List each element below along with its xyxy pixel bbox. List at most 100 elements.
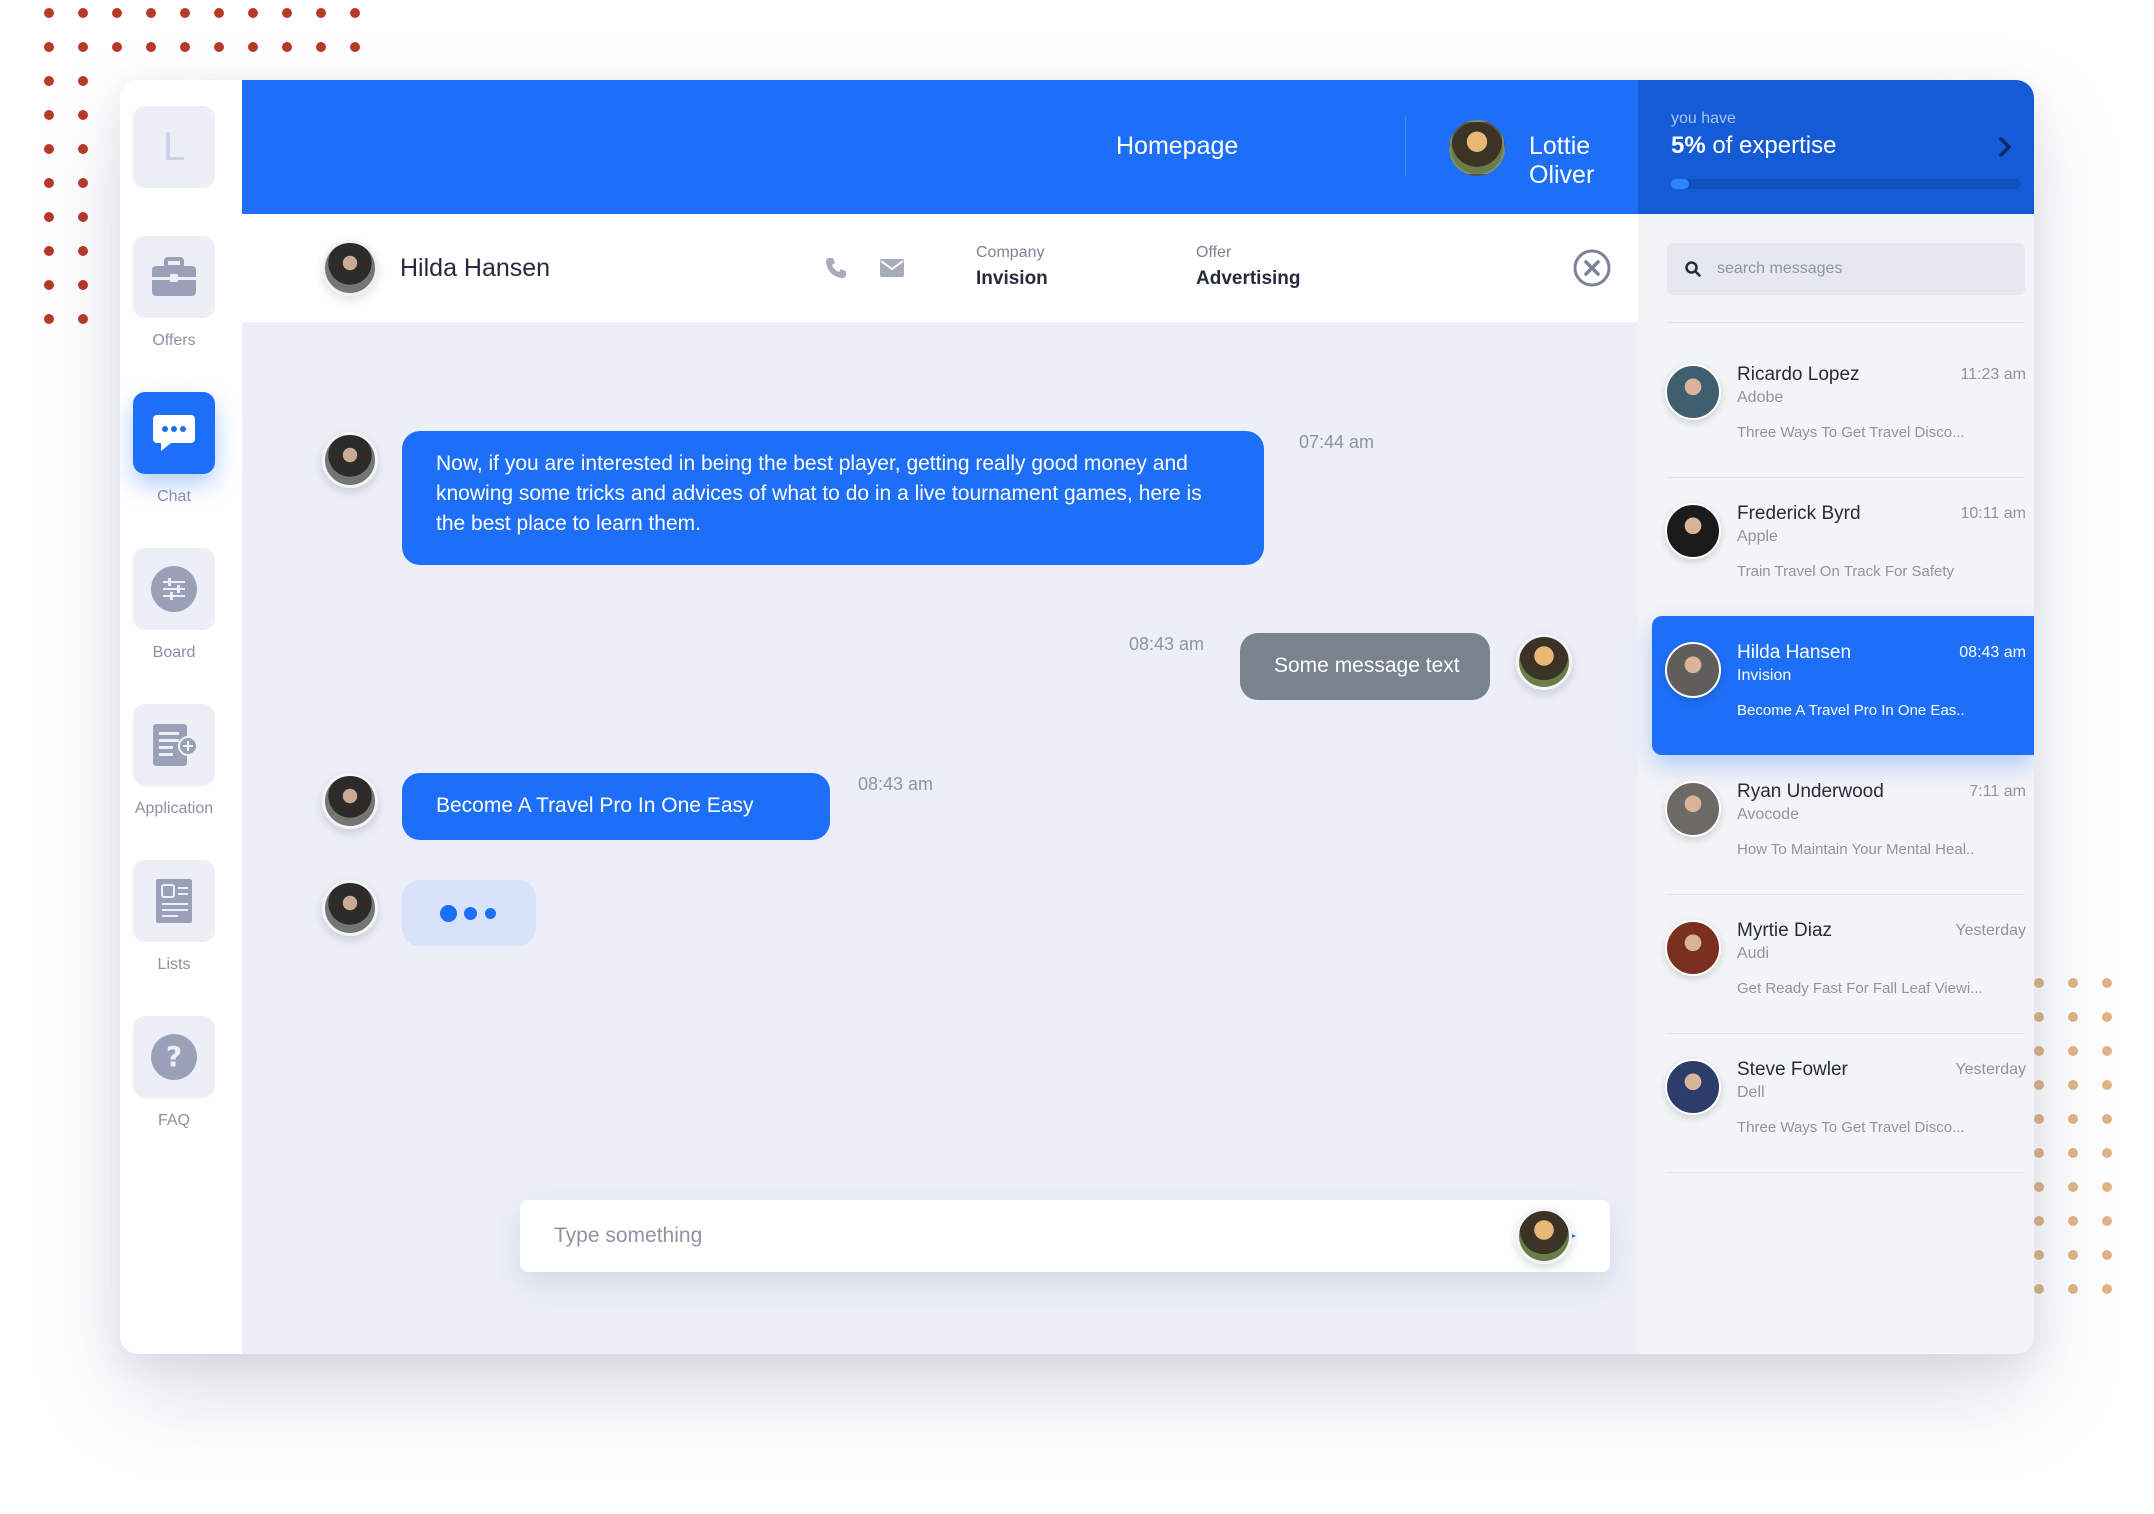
document-add-icon bbox=[153, 724, 198, 766]
contact-time: 11:23 am bbox=[1960, 366, 2026, 383]
message-bubble: Become A Travel Pro In One Easy bbox=[402, 773, 830, 840]
decorative-dot bbox=[2068, 1250, 2078, 1260]
top-header: Homepage Lottie Oliver bbox=[242, 80, 1729, 214]
contact-name: Hilda Hansen bbox=[1737, 642, 1852, 663]
message-bubble: Some message text bbox=[1240, 633, 1490, 700]
nav-item-faq[interactable]: ? FAQ bbox=[133, 1016, 215, 1130]
expertise-text: of expertise bbox=[1705, 132, 1837, 159]
contact-avatar bbox=[1665, 642, 1721, 698]
expertise-progress-fill bbox=[1671, 179, 1689, 189]
nav-item-board[interactable]: Board bbox=[133, 548, 215, 662]
contact-name: Myrtie Diaz bbox=[1737, 920, 1833, 941]
contact-name: Ricardo Lopez bbox=[1737, 364, 1860, 385]
decorative-dot bbox=[350, 8, 360, 18]
decorative-dot bbox=[2034, 1216, 2044, 1226]
decorative-dot bbox=[44, 280, 54, 290]
search-box bbox=[1667, 243, 2025, 295]
decorative-dot bbox=[78, 76, 88, 86]
nav-label: Chat bbox=[157, 488, 191, 505]
sliders-icon bbox=[151, 566, 197, 612]
decorative-dot bbox=[2068, 1182, 2078, 1192]
contact-company: Avocode bbox=[1737, 806, 1799, 823]
message-time: 08:43 am bbox=[1129, 634, 1205, 654]
message-avatar bbox=[322, 880, 378, 936]
expertise-progress-bar bbox=[1671, 179, 2021, 189]
list-divider bbox=[1667, 1172, 2025, 1173]
contact-time: 08:43 am bbox=[1959, 644, 2026, 661]
contact-list-item[interactable]: Ryan Underwood 7:11 am Avocode How To Maint… bbox=[1652, 755, 2034, 894]
contact-list-item[interactable]: Frederick Byrd 10:11 am Apple Train Travel … bbox=[1652, 477, 2034, 616]
typing-dot bbox=[485, 908, 496, 919]
decorative-dot bbox=[2102, 1080, 2112, 1090]
contact-company: Invision bbox=[1737, 667, 1792, 684]
decorative-dot bbox=[44, 76, 54, 86]
contact-company: Audi bbox=[1737, 945, 1770, 962]
contact-preview: Three Ways To Get Travel Disco... bbox=[1737, 424, 1965, 441]
contact-company: Apple bbox=[1737, 528, 1778, 545]
decorative-dot bbox=[78, 42, 88, 52]
decorative-dot bbox=[2034, 1046, 2044, 1056]
decorative-dot bbox=[2068, 1284, 2078, 1294]
nav-item-offers[interactable]: Offers bbox=[133, 236, 215, 350]
message-bubble: Now, if you are interested in being the … bbox=[402, 431, 1264, 565]
close-icon[interactable] bbox=[1572, 248, 1612, 288]
message-input[interactable] bbox=[554, 1216, 1514, 1256]
contact-company: Dell bbox=[1737, 1084, 1765, 1101]
contact-preview: Three Ways To Get Travel Disco... bbox=[1737, 1119, 1965, 1136]
contact-preview: How To Maintain Your Mental Heal.. bbox=[1737, 841, 1975, 858]
contact-name: Ryan Underwood bbox=[1737, 781, 1884, 802]
question-icon: ? bbox=[151, 1034, 197, 1080]
expertise-value: 5% bbox=[1671, 132, 1706, 159]
decorative-dot bbox=[78, 178, 88, 188]
contact-preview: Get Ready Fast For Fall Leaf Viewi... bbox=[1737, 980, 1983, 997]
offer-value: Advertising bbox=[1196, 268, 1301, 289]
decorative-dot bbox=[78, 110, 88, 120]
decorative-dot bbox=[78, 280, 88, 290]
conversation-list-panel: Ricardo Lopez 11:23 am Adobe Three Ways To … bbox=[1638, 214, 2034, 1354]
contact-avatar bbox=[1665, 920, 1721, 976]
logo[interactable]: L bbox=[133, 106, 215, 188]
contact-time: 7:11 am bbox=[1969, 783, 2026, 800]
decorative-dot bbox=[180, 8, 190, 18]
contact-list-item[interactable]: Hilda Hansen 08:43 am Invision Become A Tra… bbox=[1652, 616, 2034, 755]
phone-icon[interactable] bbox=[824, 256, 848, 280]
contact-list-item[interactable]: Steve Fowler Yesterday Dell Three Ways To G… bbox=[1652, 1033, 2034, 1172]
user-avatar[interactable] bbox=[1449, 120, 1505, 176]
nav-item-chat[interactable]: Chat bbox=[133, 392, 215, 506]
decorative-dot bbox=[2034, 1114, 2044, 1124]
decorative-dot bbox=[2034, 1250, 2044, 1260]
decorative-dot bbox=[2034, 1080, 2044, 1090]
company-label: Company bbox=[976, 244, 1045, 261]
nav-item-application[interactable]: Application bbox=[133, 704, 215, 818]
contact-list-item[interactable]: Ricardo Lopez 11:23 am Adobe Three Ways To … bbox=[1652, 338, 2034, 477]
user-name[interactable]: Lottie Oliver bbox=[1529, 132, 1638, 190]
nav-label: Board bbox=[152, 644, 196, 661]
chevron-right-icon[interactable] bbox=[1998, 136, 2012, 158]
homepage-link[interactable]: Homepage bbox=[1116, 132, 1238, 161]
message-avatar bbox=[322, 432, 378, 488]
expertise-panel[interactable]: you have 5% of expertise bbox=[1638, 80, 2034, 214]
typing-dot bbox=[464, 907, 477, 920]
decorative-dot bbox=[316, 42, 326, 52]
decorative-dot bbox=[2102, 1182, 2112, 1192]
conversation-header: Hilda Hansen Company Invision Offer Adve… bbox=[242, 214, 1638, 322]
typing-dot bbox=[440, 905, 457, 922]
message-avatar bbox=[1516, 634, 1572, 690]
decorative-dot bbox=[2068, 1114, 2078, 1124]
search-input[interactable] bbox=[1717, 255, 2007, 283]
contact-preview: Become A Travel Pro In One Eas.. bbox=[1737, 702, 1965, 719]
contact-avatar[interactable] bbox=[322, 240, 378, 296]
mail-icon[interactable] bbox=[879, 258, 905, 278]
briefcase-icon bbox=[152, 257, 196, 296]
decorative-dot bbox=[2102, 1046, 2112, 1056]
decorative-dot bbox=[2102, 1250, 2112, 1260]
decorative-dot bbox=[112, 8, 122, 18]
nav-label: Lists bbox=[157, 956, 191, 973]
message-composer bbox=[520, 1200, 1610, 1272]
decorative-dot bbox=[214, 42, 224, 52]
contact-time: Yesterday bbox=[1955, 922, 2026, 939]
contact-list-item[interactable]: Myrtie Diaz Yesterday Audi Get Ready Fast F… bbox=[1652, 894, 2034, 1033]
contact-avatar bbox=[1665, 1059, 1721, 1115]
nav-item-lists[interactable]: Lists bbox=[133, 860, 215, 974]
svg-text:?: ? bbox=[166, 1040, 182, 1073]
